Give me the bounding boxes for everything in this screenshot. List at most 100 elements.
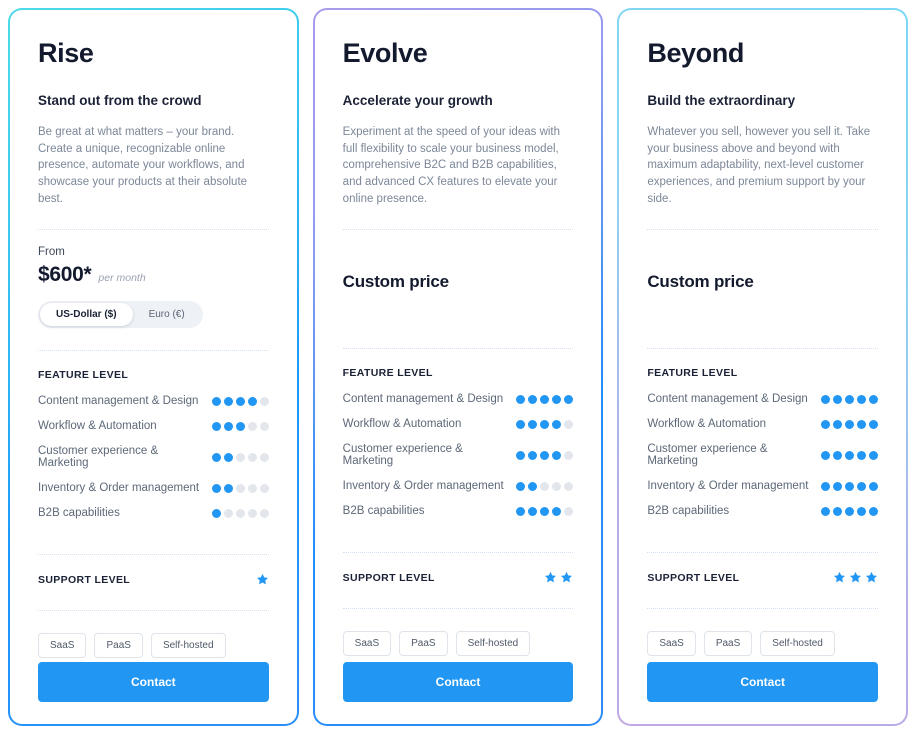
price-block: From $600* per month US-Dollar ($) Euro (€) bbox=[38, 230, 269, 329]
deployment-tag[interactable]: Self-hosted bbox=[455, 631, 531, 657]
contact-button-beyond[interactable]: Contact bbox=[647, 662, 879, 702]
feature-level-dot bbox=[528, 506, 538, 516]
feature-level-dot bbox=[211, 396, 221, 406]
pricing-card-rise: Rise Stand out from the crowd Be great at … bbox=[8, 8, 299, 726]
plan-tagline: Build the extraordinary bbox=[647, 93, 796, 108]
feature-level-row: Inventory & Order management bbox=[343, 480, 574, 492]
feature-level-dot bbox=[247, 483, 257, 493]
feature-level-dot bbox=[223, 396, 233, 406]
feature-level-dot bbox=[540, 419, 550, 429]
feature-level-section: FEATURE LEVEL Content management & Design… bbox=[38, 351, 269, 532]
feature-level-dot bbox=[821, 506, 831, 516]
deployment-tag[interactable]: PaaS bbox=[94, 633, 143, 659]
feature-level-row: B2B capabilities bbox=[38, 507, 269, 519]
deployment-tag[interactable]: Self-hosted bbox=[150, 633, 226, 659]
deployment-tag[interactable]: Self-hosted bbox=[760, 631, 835, 657]
feature-level-dot bbox=[564, 419, 574, 429]
feature-level-dot bbox=[821, 419, 831, 429]
feature-label: Customer experience & Marketing bbox=[647, 443, 768, 468]
feature-label: Customer experience & Marketing bbox=[38, 445, 159, 470]
feature-level-dot bbox=[540, 394, 550, 404]
feature-level-dot bbox=[528, 419, 538, 429]
star-icon bbox=[834, 572, 845, 583]
feature-level-dots bbox=[211, 483, 269, 493]
plan-description: Experiment at the speed of your ideas wi… bbox=[342, 126, 561, 205]
star-icon bbox=[561, 572, 573, 583]
feature-level-dot bbox=[235, 452, 245, 462]
plan-description: Be great at what matters – your brand. C… bbox=[38, 126, 248, 205]
feature-level-dot bbox=[528, 481, 538, 491]
deployment-tag[interactable]: SaaS bbox=[38, 633, 87, 659]
support-level-row: SUPPORT LEVEL bbox=[647, 571, 878, 584]
feature-level-dot bbox=[259, 508, 269, 518]
feature-level-dot bbox=[259, 396, 269, 406]
currency-option-eur[interactable]: Euro (€) bbox=[133, 303, 201, 326]
feature-level-dots bbox=[821, 506, 879, 516]
feature-level-dot bbox=[235, 508, 245, 518]
feature-level-dot bbox=[223, 508, 233, 518]
feature-level-dot bbox=[833, 450, 843, 460]
feature-level-dot bbox=[211, 452, 221, 462]
feature-level-dot bbox=[869, 481, 879, 491]
feature-level-dot bbox=[235, 483, 245, 493]
feature-label: B2B capabilities bbox=[38, 507, 120, 520]
support-level-section: SUPPORT LEVEL bbox=[343, 553, 574, 584]
star-icon bbox=[866, 572, 877, 583]
feature-level-heading: FEATURE LEVEL bbox=[38, 369, 129, 382]
plan-tagline: Stand out from the crowd bbox=[38, 93, 202, 108]
contact-button-rise[interactable]: Contact bbox=[38, 662, 269, 702]
feature-level-dot bbox=[235, 396, 245, 406]
feature-level-dots bbox=[516, 506, 574, 516]
feature-level-dot bbox=[857, 481, 867, 491]
feature-level-dot bbox=[247, 452, 257, 462]
card-body: Beyond Build the extraordinary Whatever yo… bbox=[619, 10, 907, 724]
deployment-section: SaaS PaaS Self-hosted bbox=[342, 609, 574, 657]
deployment-tags: SaaS PaaS Self-hosted bbox=[342, 631, 574, 657]
custom-price-label: Custom price bbox=[342, 272, 449, 292]
feature-level-dot bbox=[211, 508, 221, 518]
feature-label: Workflow & Automation bbox=[647, 418, 767, 431]
feature-level-dots bbox=[516, 419, 574, 429]
currency-toggle[interactable]: US-Dollar ($) Euro (€) bbox=[38, 301, 203, 329]
support-level-stars bbox=[833, 571, 878, 584]
card-body: Rise Stand out from the crowd Be great at … bbox=[10, 10, 297, 724]
feature-level-row: Inventory & Order management bbox=[38, 482, 269, 494]
custom-price-label: Custom price bbox=[647, 272, 754, 292]
feature-level-dot bbox=[528, 394, 538, 404]
feature-level-dot bbox=[821, 481, 831, 491]
feature-level-dot bbox=[833, 506, 843, 516]
deployment-tag[interactable]: PaaS bbox=[703, 631, 753, 657]
card-body: Evolve Accelerate your growth Experiment a… bbox=[314, 10, 602, 724]
support-level-heading: SUPPORT LEVEL bbox=[342, 571, 435, 584]
feature-level-dot bbox=[235, 421, 245, 431]
pricing-card-evolve: Evolve Accelerate your growth Experiment a… bbox=[312, 8, 604, 726]
feature-level-dots bbox=[821, 419, 879, 429]
feature-level-dot bbox=[259, 421, 269, 431]
deployment-tag[interactable]: SaaS bbox=[342, 631, 392, 657]
support-level-heading: SUPPORT LEVEL bbox=[647, 571, 740, 584]
feature-level-dot bbox=[211, 421, 221, 431]
price-from-label: From bbox=[38, 246, 65, 259]
feature-level-row: Customer experience & Marketing bbox=[38, 445, 269, 469]
deployment-tag[interactable]: SaaS bbox=[647, 631, 696, 657]
contact-button-evolve[interactable]: Contact bbox=[342, 662, 574, 702]
support-level-section: SUPPORT LEVEL bbox=[647, 553, 878, 584]
currency-option-usd[interactable]: US-Dollar ($) bbox=[40, 303, 133, 327]
feature-level-row: Workflow & Automation bbox=[647, 418, 879, 431]
feature-level-dots bbox=[516, 394, 574, 404]
feature-level-dot bbox=[564, 450, 574, 460]
feature-level-dot bbox=[540, 481, 550, 491]
feature-label: B2B capabilities bbox=[647, 505, 730, 518]
feature-level-dot bbox=[869, 394, 879, 404]
feature-level-dot bbox=[516, 481, 526, 491]
feature-label: Customer experience & Marketing bbox=[342, 443, 463, 468]
price-block: Custom price bbox=[343, 230, 574, 326]
deployment-tag[interactable]: PaaS bbox=[399, 631, 448, 657]
pricing-plans-grid: Rise Stand out from the crowd Be great at … bbox=[0, 0, 916, 734]
feature-level-dot bbox=[857, 394, 867, 404]
deployment-section: SaaS PaaS Self-hosted bbox=[38, 611, 269, 659]
feature-level-dot bbox=[869, 450, 879, 460]
feature-label: Content management & Design bbox=[342, 393, 504, 406]
feature-level-dot bbox=[528, 450, 538, 460]
feature-level-dot bbox=[211, 483, 221, 493]
